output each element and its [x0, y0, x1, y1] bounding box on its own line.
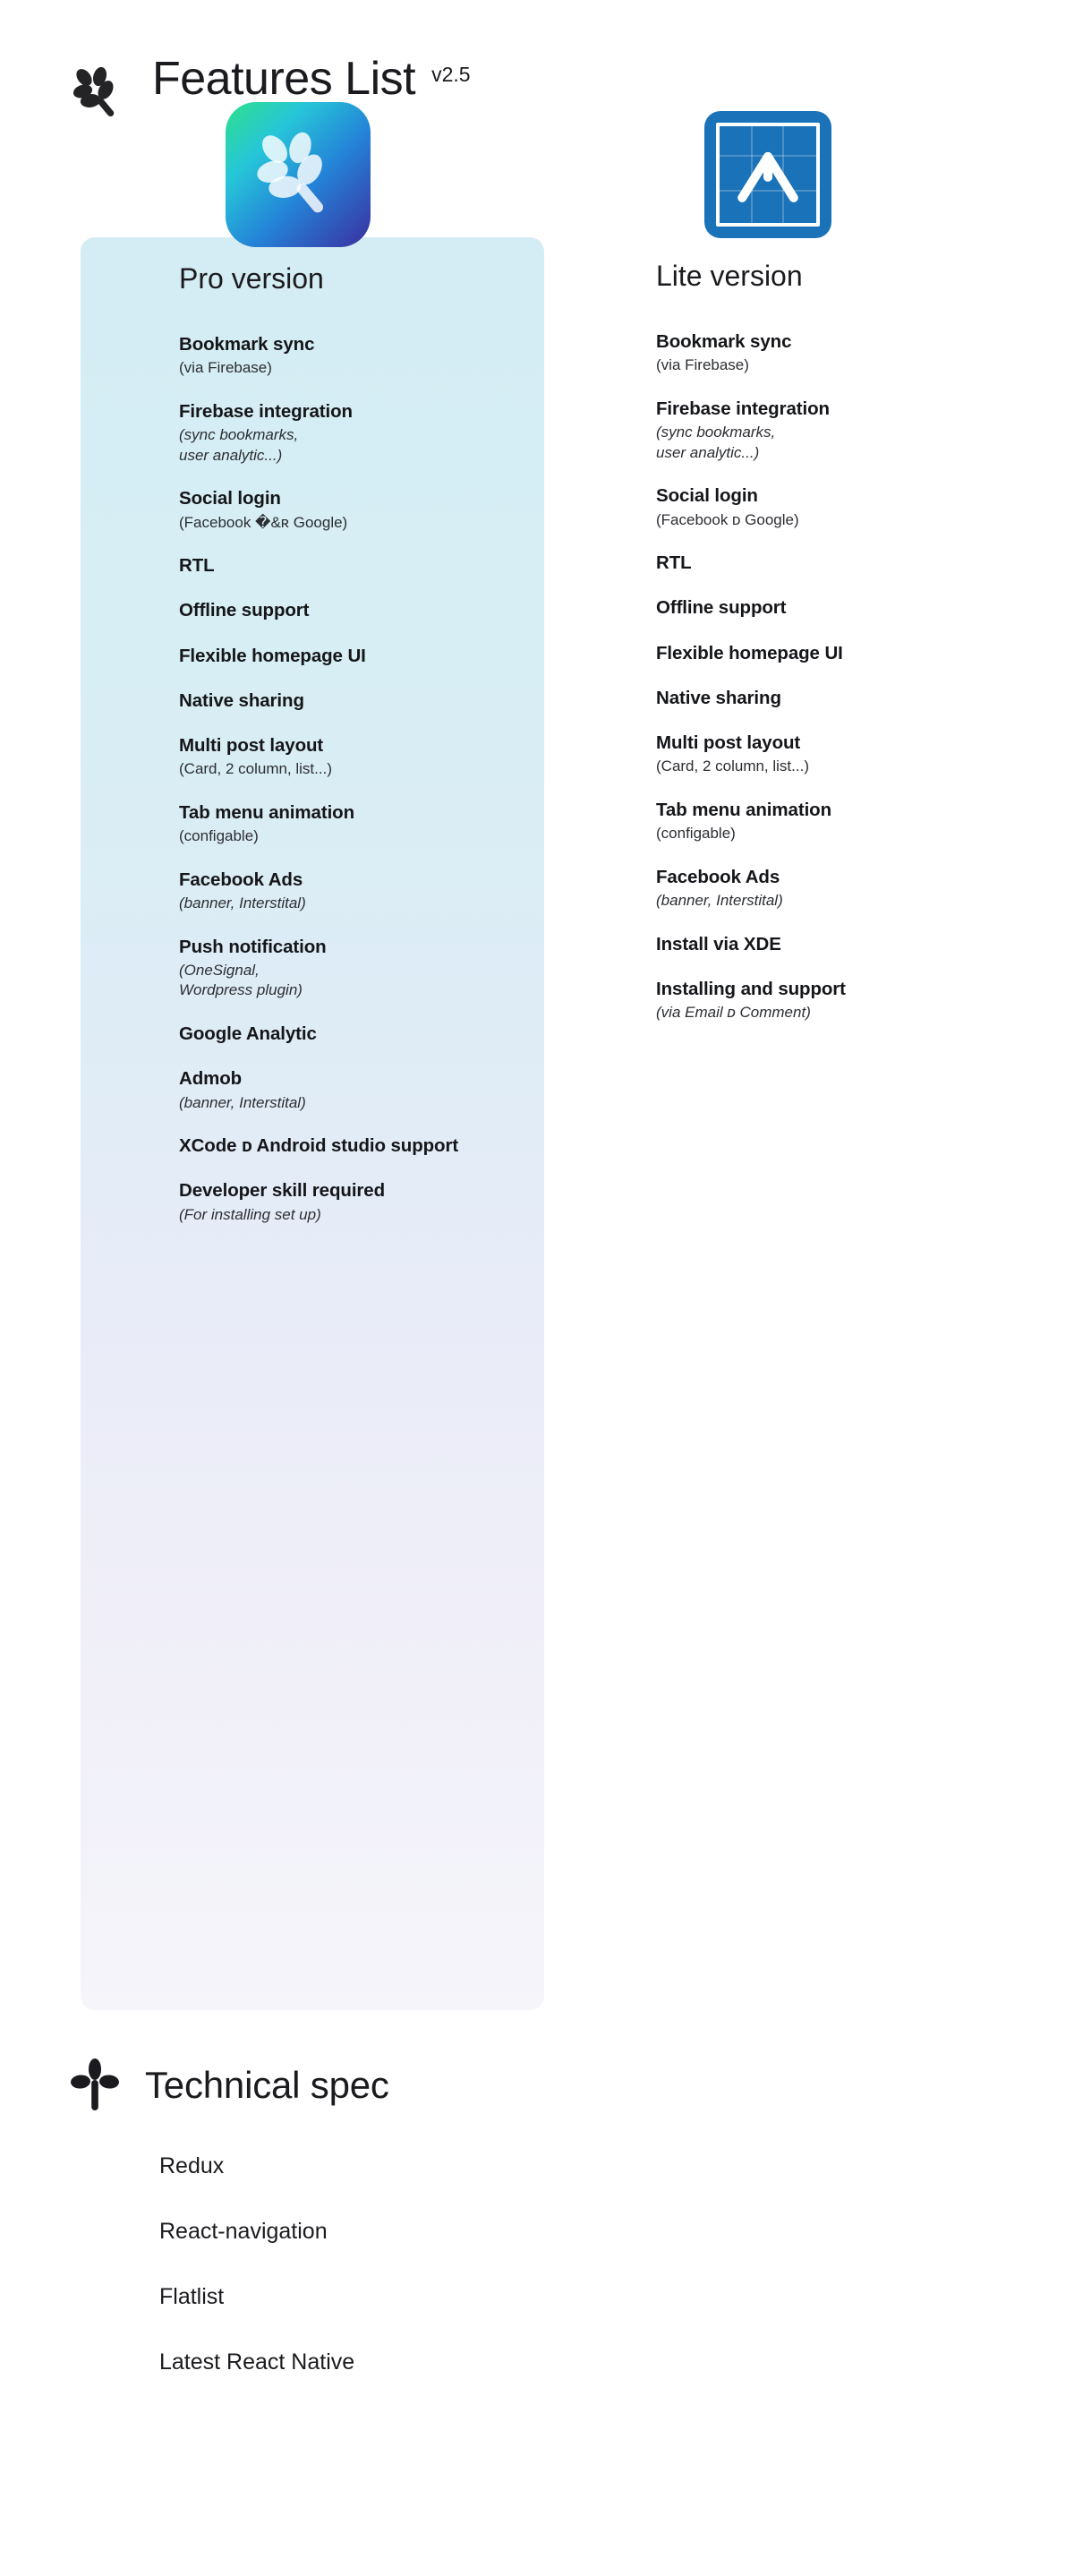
pro-feature-note: (OneSignal, Wordpress plugin) [179, 961, 303, 999]
pro-feature-item: Admob (banner, Interstital) [179, 1067, 555, 1113]
pro-feature-item: Google Analytic [179, 1023, 555, 1046]
page-title: Features List [152, 53, 416, 105]
lite-feature-note: (via Email ᴅ Comment) [656, 1004, 811, 1022]
lite-feature-name: Tab menu animation [656, 799, 832, 820]
pro-version-heading: Pro version [179, 262, 324, 295]
lite-feature-note: (configable) [656, 825, 736, 843]
pro-app-icon [226, 102, 371, 247]
pro-feature-item: Developer skill required (For installing … [179, 1179, 555, 1225]
pro-feature-item: Facebook Ads (banner, Interstital) [179, 869, 555, 914]
lite-feature-item: Multi post layout (Card, 2 column, list..… [656, 732, 1041, 777]
lite-app-icon-wrap [656, 111, 1041, 238]
pro-feature-item: Social login (Facebook �&ʀ Google) [179, 487, 555, 533]
pro-feature-list: Bookmark sync (via Firebase) Firebase inte… [179, 333, 555, 1225]
pro-feature-name: Developer skill required [179, 1180, 386, 1202]
technical-spec-item: React-navigation [159, 2219, 328, 2244]
branch-leaf-icon [70, 64, 127, 122]
lite-feature-item: Firebase integration (sync bookmarks, use… [656, 398, 1041, 463]
technical-spec-item: Redux [159, 2153, 225, 2178]
lite-feature-note: (via Firebase) [656, 356, 749, 374]
lite-feature-name: RTL [656, 552, 692, 574]
lite-feature-item: Install via XDE [656, 933, 1041, 956]
pro-feature-name: Offline support [179, 600, 310, 621]
lite-feature-name: Bookmark sync [656, 331, 792, 352]
pro-feature-item: Native sharing [179, 689, 555, 713]
pro-feature-note: (banner, Interstital) [179, 894, 306, 911]
lite-feature-item: Bookmark sync (via Firebase) [656, 330, 1041, 376]
lite-app-icon [704, 111, 831, 238]
pro-feature-note: (For installing set up) [179, 1205, 321, 1223]
pro-feature-item: Tab menu animation (configable) [179, 801, 555, 847]
lite-feature-item: Installing and support (via Email ᴅ Comme… [656, 978, 1041, 1023]
pro-feature-name: Native sharing [179, 689, 304, 711]
lite-feature-name: Installing and support [656, 978, 846, 999]
lite-feature-item: Native sharing [656, 687, 1041, 710]
lite-feature-name: Firebase integration [656, 398, 830, 419]
pro-feature-item: Push notification (OneSignal, Wordpress p… [179, 936, 555, 1001]
lite-feature-list: Bookmark sync (via Firebase) Firebase inte… [656, 330, 1041, 1023]
pro-feature-note: (banner, Interstital) [179, 1093, 306, 1111]
pro-feature-name: Tab menu animation [179, 801, 355, 823]
lite-feature-item: Facebook Ads (banner, Interstital) [656, 866, 1041, 911]
lite-feature-name: Facebook Ads [656, 866, 780, 887]
pro-feature-name: Firebase integration [179, 400, 353, 422]
pro-feature-item: XCode ᴅ Android studio support [179, 1134, 555, 1158]
pro-feature-name: RTL [179, 555, 215, 577]
pro-feature-item: Multi post layout (Card, 2 column, list..… [179, 734, 555, 780]
pro-feature-item: Bookmark sync (via Firebase) [179, 333, 555, 379]
pro-feature-note: (configable) [179, 827, 259, 845]
sprout-icon [70, 2057, 120, 2114]
technical-spec-list: Redux React-navigation Flatlist Latest Reac… [159, 2155, 1001, 2374]
pro-app-icon-wrap [179, 102, 555, 247]
pro-version-column: Pro version Bookmark sync (via Firebase) F… [179, 102, 555, 1246]
lite-feature-item: Tab menu animation (configable) [656, 799, 1041, 844]
pro-feature-name: Flexible homepage UI [179, 645, 366, 666]
pro-feature-note: (sync bookmarks, user analytic...) [179, 426, 299, 464]
lite-feature-item: Flexible homepage UI [656, 642, 1041, 665]
lite-feature-name: Install via XDE [656, 933, 781, 954]
pro-feature-name: XCode ᴅ Android studio support [179, 1135, 459, 1157]
title-row: Features List v2.5 [152, 56, 471, 102]
lite-feature-item: RTL [656, 552, 1041, 575]
lite-feature-note: (Facebook ᴅ Google) [656, 510, 799, 528]
pro-feature-name: Google Analytic [179, 1023, 317, 1045]
pro-feature-name: Push notification [179, 936, 327, 957]
pro-feature-note: (Card, 2 column, list...) [179, 760, 332, 778]
lite-feature-note: (Card, 2 column, list...) [656, 757, 809, 775]
technical-spec-section: Technical spec Redux React-navigation Flat… [70, 2057, 1001, 2417]
lite-feature-name: Offline support [656, 597, 787, 619]
version-badge: v2.5 [431, 63, 471, 86]
pro-feature-name: Multi post layout [179, 735, 324, 757]
lite-feature-name: Native sharing [656, 687, 781, 708]
pro-feature-item: Offline support [179, 599, 555, 622]
lite-feature-item: Social login (Facebook ᴅ Google) [656, 484, 1041, 530]
lite-feature-item: Offline support [656, 596, 1041, 620]
lite-feature-name: Flexible homepage UI [656, 642, 843, 663]
pro-feature-item: RTL [179, 554, 555, 578]
pro-feature-name: Bookmark sync [179, 334, 315, 355]
technical-spec-item: Latest React Native [159, 2349, 355, 2375]
pro-feature-item: Firebase integration (sync bookmarks, use… [179, 400, 555, 466]
lite-feature-name: Social login [656, 485, 758, 507]
pro-feature-note: (via Firebase) [179, 359, 272, 377]
technical-spec-header: Technical spec [70, 2057, 1001, 2114]
pro-feature-note: (Facebook �&ʀ Google) [179, 513, 348, 531]
lite-feature-name: Multi post layout [656, 732, 801, 754]
pro-feature-name: Social login [179, 488, 281, 509]
technical-spec-item: Flatlist [159, 2284, 225, 2309]
lite-version-column: Lite version Bookmark sync (via Firebase)… [656, 111, 1041, 1045]
technical-spec-title: Technical spec [145, 2064, 389, 2106]
pro-feature-item: Flexible homepage UI [179, 645, 555, 668]
pro-feature-name: Facebook Ads [179, 869, 303, 890]
lite-version-heading: Lite version [656, 260, 803, 292]
lite-feature-note: (banner, Interstital) [656, 892, 783, 909]
pro-feature-name: Admob [179, 1068, 243, 1090]
lite-feature-note: (sync bookmarks, user analytic...) [656, 424, 776, 461]
